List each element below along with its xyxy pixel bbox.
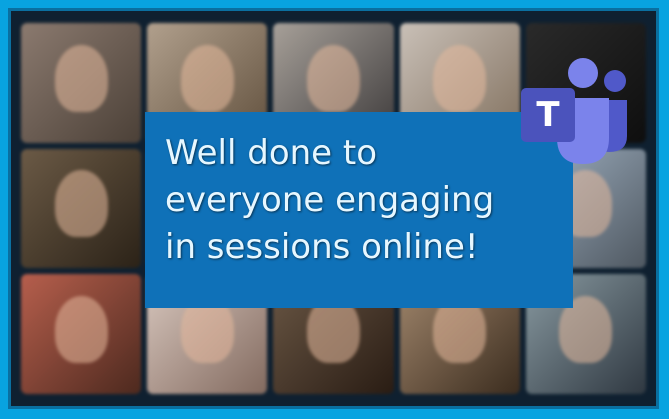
- participant-tile: [21, 274, 142, 394]
- teams-letter: T: [536, 95, 560, 135]
- participant-tile: [21, 23, 142, 143]
- microsoft-teams-icon: T: [521, 58, 627, 164]
- message-line-1: Well done to: [165, 133, 378, 173]
- teams-small-head: [604, 70, 626, 92]
- message-line-3: in sessions online!: [165, 227, 479, 267]
- message-line-2: everyone engaging: [165, 180, 495, 220]
- participant-tile: [21, 148, 142, 269]
- message-banner: Well done to everyone engaging in sessio…: [145, 112, 573, 308]
- teams-large-head: [568, 58, 598, 88]
